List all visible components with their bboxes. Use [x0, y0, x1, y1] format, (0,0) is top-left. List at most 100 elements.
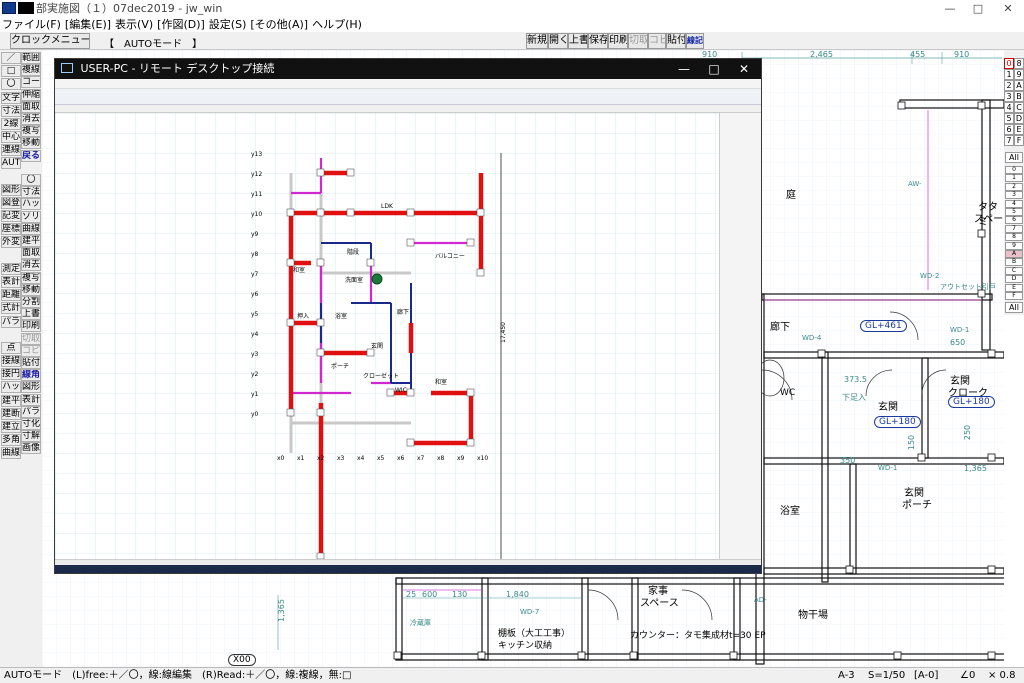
layer-group-5[interactable]: 5	[1004, 113, 1014, 124]
print-button[interactable]: 印刷	[608, 33, 628, 49]
left-tool-23[interactable]: 接線	[1, 355, 21, 368]
right-tool-0[interactable]: 範囲	[21, 52, 41, 64]
right-tool-28[interactable]: 表計	[21, 393, 41, 406]
layer-B[interactable]: B	[1005, 258, 1023, 267]
left-tool-8[interactable]: AUTO	[1, 157, 21, 170]
left-tool-2[interactable]: 〇	[1, 78, 21, 91]
layer-F[interactable]: F	[1005, 292, 1023, 300]
left-tool-29[interactable]: 多角形	[1, 434, 21, 447]
open-button[interactable]: 開く	[548, 33, 568, 49]
left-tool-24[interactable]: 接円	[1, 368, 21, 381]
left-tool-18[interactable]: 距離	[1, 289, 21, 302]
remote-desktop-window[interactable]: USER-PC - リモート デスクトップ接続 — □ ✕ LDK 階段 バルコ…	[54, 58, 762, 574]
status-zoom[interactable]: × 0.8	[988, 668, 1015, 683]
layer-group-C[interactable]: C	[1014, 102, 1024, 113]
maximize-button[interactable]: □	[964, 2, 992, 15]
line-style-button[interactable]: 線記変	[686, 33, 704, 49]
remote-desktop-titlebar[interactable]: USER-PC - リモート デスクトップ接続 — □ ✕	[55, 59, 761, 79]
status-scale[interactable]: S=1/50	[868, 668, 905, 683]
layer-3[interactable]: 3	[1005, 191, 1023, 200]
copy-button[interactable]: コピー	[648, 33, 666, 49]
layer-group-8[interactable]: 8	[1014, 58, 1024, 69]
left-tool-25[interactable]: ハッチ	[1, 381, 21, 394]
menu-view[interactable]: 表示(V)	[113, 16, 155, 32]
layer-1[interactable]: 1	[1005, 174, 1023, 183]
layer-group-9[interactable]: 9	[1014, 69, 1024, 80]
layer-group-6[interactable]: 6	[1004, 124, 1014, 135]
left-tool-14[interactable]: 外変	[1, 236, 21, 249]
right-tool-1[interactable]: 複線	[21, 64, 41, 77]
status-angle[interactable]: ∠0	[960, 668, 975, 683]
status-layer-state[interactable]: [A-0]	[914, 668, 938, 683]
menu-edit[interactable]: [編集(E)]	[63, 16, 113, 32]
layer-group-E[interactable]: E	[1014, 124, 1024, 135]
left-tool-0[interactable]: ／	[1, 52, 21, 64]
left-tool-7[interactable]: 連線	[1, 144, 21, 157]
left-tool-28[interactable]: 建立	[1, 420, 21, 433]
overwrite-button[interactable]: 上書	[568, 33, 588, 49]
layer-2[interactable]: 2	[1005, 182, 1023, 191]
layer-9[interactable]: 9	[1005, 241, 1023, 250]
right-tool-11[interactable]: 寸法	[21, 186, 41, 199]
right-tool-21[interactable]: 上書	[21, 308, 41, 321]
layer-8[interactable]: 8	[1005, 233, 1023, 242]
menu-help[interactable]: ヘルプ(H)	[310, 16, 364, 32]
right-tool-2[interactable]: コーナー	[21, 76, 41, 89]
menu-file[interactable]: ファイル(F)	[0, 16, 63, 32]
layer-7[interactable]: 7	[1005, 224, 1023, 233]
right-tool-32[interactable]: 画像	[21, 442, 41, 455]
right-tool-31[interactable]: 寸解	[21, 430, 41, 443]
close-button[interactable]: ✕	[994, 2, 1022, 15]
layer-group-4[interactable]: 4	[1004, 102, 1014, 113]
left-tool-12[interactable]: 記変	[1, 210, 21, 223]
menu-other[interactable]: [その他(A)]	[248, 16, 310, 32]
right-tool-22[interactable]: 印刷	[21, 320, 41, 333]
right-tool-30[interactable]: 寸化	[21, 418, 41, 430]
menu-settings[interactable]: 設定(S)	[207, 16, 249, 32]
right-tool-13[interactable]: ソリッド	[21, 210, 41, 223]
right-tool-27[interactable]: 図形	[21, 381, 41, 394]
layer-group-1[interactable]: 1	[1004, 69, 1014, 80]
left-tool-30[interactable]: 曲線	[1, 447, 21, 460]
left-tool-26[interactable]: 建平	[1, 394, 21, 407]
right-tool-12[interactable]: ハッチ	[21, 198, 41, 211]
right-tool-24[interactable]: コピー	[21, 344, 41, 357]
layer-C[interactable]: C	[1005, 266, 1023, 275]
layer-all-button[interactable]: All	[1005, 302, 1023, 313]
left-tool-27[interactable]: 建断	[1, 407, 21, 420]
left-tool-3[interactable]: 文字	[1, 91, 21, 104]
clock-menu-button[interactable]: クロックメニュー（1）	[10, 33, 90, 49]
left-tool-5[interactable]: 2線	[1, 117, 21, 130]
right-tool-25[interactable]: 貼付	[21, 357, 41, 369]
right-tool-17[interactable]: 消去	[21, 259, 41, 272]
right-tool-15[interactable]: 建平	[21, 235, 41, 247]
layer-A[interactable]: A	[1005, 250, 1023, 258]
left-tool-6[interactable]: 中心線	[1, 131, 21, 144]
right-tool-7[interactable]: 移動	[21, 137, 41, 150]
status-layer[interactable]: A-3	[838, 668, 855, 683]
right-tool-6[interactable]: 複写	[21, 125, 41, 138]
rdp-minimize-button[interactable]: —	[669, 59, 699, 79]
left-tool-4[interactable]: 寸法	[1, 104, 21, 117]
layer-group-0[interactable]: 0	[1004, 58, 1014, 69]
right-tool-14[interactable]: 曲線	[21, 222, 41, 235]
layer-group-A[interactable]: A	[1014, 80, 1024, 91]
layer-group-B[interactable]: B	[1014, 91, 1024, 102]
layer-group-3[interactable]: 3	[1004, 91, 1014, 102]
menu-draw[interactable]: [作図(D)]	[155, 16, 207, 32]
right-tool-3[interactable]: 伸縮	[21, 88, 41, 101]
layer-group-D[interactable]: D	[1014, 113, 1024, 124]
left-tool-20[interactable]: パラメ	[1, 315, 21, 328]
paste-button[interactable]: 貼付	[666, 33, 686, 49]
left-tool-13[interactable]: 座標	[1, 223, 21, 236]
save-button[interactable]: 保存	[588, 33, 608, 49]
left-tool-10[interactable]: 図形	[1, 183, 21, 196]
left-tool-1[interactable]: □	[1, 65, 21, 78]
right-tool-4[interactable]: 面取	[21, 100, 41, 113]
right-tool-23[interactable]: 切取	[21, 332, 41, 345]
left-tool-19[interactable]: 式計	[1, 302, 21, 315]
new-button[interactable]: 新規	[526, 33, 548, 49]
right-tool-5[interactable]: 消去	[21, 113, 41, 125]
right-tool-26[interactable]: 線角	[21, 369, 41, 382]
right-tool-10[interactable]: 〇	[21, 174, 41, 186]
